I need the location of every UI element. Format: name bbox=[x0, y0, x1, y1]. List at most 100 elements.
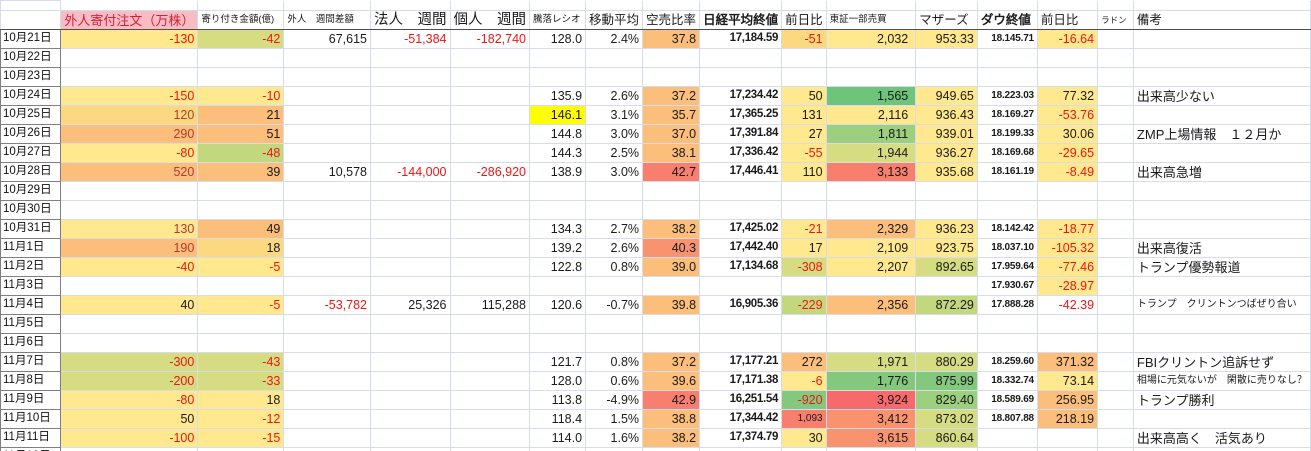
cell-m[interactable]: 873.02 bbox=[916, 410, 978, 429]
cell-d[interactable] bbox=[284, 391, 371, 410]
cell-e[interactable] bbox=[371, 391, 451, 410]
cell-e[interactable] bbox=[371, 220, 451, 239]
cell-b[interactable]: -80 bbox=[61, 144, 198, 163]
cell-i[interactable] bbox=[643, 49, 700, 68]
cell-m[interactable] bbox=[916, 68, 978, 87]
cell-l[interactable]: 1,811 bbox=[826, 125, 916, 144]
cell-i[interactable] bbox=[643, 1, 700, 11]
cell-c[interactable]: -42 bbox=[198, 30, 284, 49]
cell-l[interactable]: 2,207 bbox=[826, 258, 916, 277]
cell-p[interactable] bbox=[1098, 277, 1134, 296]
cell-l[interactable] bbox=[826, 49, 916, 68]
cell-h[interactable]: 3.0% bbox=[586, 125, 643, 144]
cell-n[interactable]: 17.888.28 bbox=[977, 296, 1037, 315]
cell-g[interactable]: 144.8 bbox=[530, 125, 586, 144]
cell-m[interactable] bbox=[916, 49, 978, 68]
cell-p[interactable] bbox=[1098, 125, 1134, 144]
cell-l[interactable]: 3,133 bbox=[826, 163, 916, 182]
cell-o[interactable] bbox=[1037, 1, 1097, 11]
cell-j[interactable] bbox=[700, 1, 782, 11]
cell-f[interactable] bbox=[450, 239, 530, 258]
cell-o[interactable]: -29.65 bbox=[1037, 144, 1097, 163]
cell-q[interactable] bbox=[1133, 1, 1310, 11]
cell-e[interactable]: -144,000 bbox=[371, 163, 451, 182]
cell-f[interactable]: -286,920 bbox=[450, 163, 530, 182]
column-header-c[interactable]: 寄り付き金額(億) bbox=[198, 11, 284, 30]
cell-d[interactable] bbox=[284, 144, 371, 163]
cell-n[interactable] bbox=[977, 429, 1037, 448]
cell-i[interactable]: 38.8 bbox=[643, 410, 700, 429]
cell-k[interactable]: -51 bbox=[782, 30, 827, 49]
cell-q[interactable] bbox=[1133, 106, 1310, 125]
cell-m[interactable]: 936.27 bbox=[916, 144, 978, 163]
cell-l[interactable] bbox=[826, 1, 916, 11]
cell-f[interactable] bbox=[450, 49, 530, 68]
cell-f[interactable]: 115,288 bbox=[450, 296, 530, 315]
cell-g[interactable]: 121.7 bbox=[530, 353, 586, 372]
cell-n[interactable] bbox=[977, 315, 1037, 334]
cell-e[interactable] bbox=[371, 372, 451, 391]
cell-h[interactable]: 0.8% bbox=[586, 258, 643, 277]
cell-n[interactable]: 18.169.68 bbox=[977, 144, 1037, 163]
cell-c[interactable]: -5 bbox=[198, 296, 284, 315]
cell-h[interactable] bbox=[586, 1, 643, 11]
cell-p[interactable] bbox=[1098, 68, 1134, 87]
cell-n[interactable]: 18.161.19 bbox=[977, 163, 1037, 182]
cell-c[interactable]: -33 bbox=[198, 372, 284, 391]
cell-g[interactable]: 146.1 bbox=[530, 106, 586, 125]
cell-o[interactable]: -8.49 bbox=[1037, 163, 1097, 182]
cell-d[interactable]: 10,578 bbox=[284, 163, 371, 182]
cell-k[interactable] bbox=[782, 448, 827, 451]
cell-o[interactable]: 30.06 bbox=[1037, 125, 1097, 144]
cell-n[interactable]: 18.589.69 bbox=[977, 391, 1037, 410]
cell-j[interactable] bbox=[700, 201, 782, 220]
cell-i[interactable] bbox=[643, 334, 700, 353]
cell-o[interactable] bbox=[1037, 315, 1097, 334]
cell-q[interactable]: トランプ勝利 bbox=[1133, 391, 1310, 410]
cell-b[interactable] bbox=[61, 334, 198, 353]
cell-f[interactable] bbox=[450, 429, 530, 448]
cell-l[interactable] bbox=[826, 448, 916, 451]
cell-h[interactable]: 0.6% bbox=[586, 372, 643, 391]
cell-c[interactable] bbox=[198, 201, 284, 220]
row-date[interactable]: 10月22日 bbox=[1, 49, 61, 68]
cell-o[interactable] bbox=[1037, 182, 1097, 201]
column-header-h[interactable]: 移動平均 bbox=[586, 11, 643, 30]
cell-m[interactable]: 872.29 bbox=[916, 296, 978, 315]
cell-k[interactable]: 272 bbox=[782, 353, 827, 372]
cell-o[interactable]: 256.95 bbox=[1037, 391, 1097, 410]
cell-d[interactable]: -53,782 bbox=[284, 296, 371, 315]
column-header-f[interactable]: 個人 週間 bbox=[450, 11, 530, 30]
cell-g[interactable] bbox=[530, 277, 586, 296]
cell-p[interactable] bbox=[1098, 448, 1134, 451]
cell-g[interactable]: 114.0 bbox=[530, 429, 586, 448]
cell-g[interactable] bbox=[530, 1, 586, 11]
cell-h[interactable] bbox=[586, 448, 643, 451]
cell-p[interactable] bbox=[1098, 334, 1134, 353]
cell-k[interactable] bbox=[782, 182, 827, 201]
cell-f[interactable] bbox=[450, 353, 530, 372]
cell-n[interactable] bbox=[977, 49, 1037, 68]
cell-g[interactable] bbox=[530, 315, 586, 334]
cell-o[interactable]: -16.64 bbox=[1037, 30, 1097, 49]
cell-k[interactable]: 131 bbox=[782, 106, 827, 125]
cell-q[interactable] bbox=[1133, 277, 1310, 296]
row-date[interactable]: 11月11日 bbox=[1, 429, 61, 448]
cell-k[interactable] bbox=[782, 334, 827, 353]
cell-e[interactable] bbox=[371, 239, 451, 258]
row-date[interactable]: 11月5日 bbox=[1, 315, 61, 334]
cell-f[interactable] bbox=[450, 125, 530, 144]
cell-d[interactable] bbox=[284, 372, 371, 391]
cell-k[interactable]: -308 bbox=[782, 258, 827, 277]
column-header-o[interactable]: 前日比 bbox=[1037, 11, 1097, 30]
cell-f[interactable] bbox=[450, 391, 530, 410]
cell-k[interactable]: 50 bbox=[782, 87, 827, 106]
cell-c[interactable]: -12 bbox=[198, 410, 284, 429]
cell-d[interactable] bbox=[284, 49, 371, 68]
cell-d[interactable] bbox=[284, 315, 371, 334]
cell-f[interactable] bbox=[450, 201, 530, 220]
cell-o[interactable]: -28.97 bbox=[1037, 277, 1097, 296]
cell-n[interactable]: 17.959.64 bbox=[977, 258, 1037, 277]
cell-c[interactable] bbox=[198, 277, 284, 296]
cell-q[interactable]: 出来高復活 bbox=[1133, 239, 1310, 258]
